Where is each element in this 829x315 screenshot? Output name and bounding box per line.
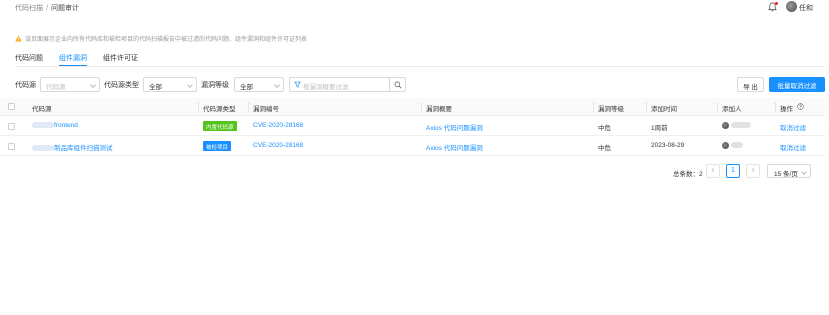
chevron-down-icon: [187, 82, 193, 88]
row-checkbox[interactable]: [8, 143, 15, 150]
col-header-added-time: 添加时间: [651, 106, 677, 113]
level-filter-label: 漏洞等级: [201, 82, 229, 89]
breadcrumb-current: 问题审计: [50, 5, 79, 12]
top-bar: 代码扫描 / 问题审计 任和: [0, 0, 829, 14]
added-time: 1周前: [651, 125, 668, 132]
search-icon: [394, 81, 402, 89]
added-by: [731, 122, 751, 129]
page-size-value: 15 条/页: [774, 171, 798, 178]
redacted-text: [731, 142, 743, 148]
avatar: [722, 122, 729, 129]
tab-code-issues[interactable]: 代码问题: [15, 50, 43, 66]
tab-component-licenses[interactable]: 组件许可证: [103, 50, 138, 66]
notification-badge: [775, 2, 778, 5]
table-row: frontend 内置代码源 CVE-2020-28168 Axios 代码问题…: [0, 117, 825, 136]
notice-text: 该页面展示企业内所有代码库和被检项目的代码扫描报告中被过滤的代码问题、组件漏洞和…: [25, 37, 308, 43]
avatar[interactable]: [786, 1, 797, 12]
source-filter-label: 代码源: [15, 82, 36, 89]
vuln-level: 中危: [598, 125, 611, 132]
cancel-filter-link[interactable]: 取消过滤: [780, 122, 806, 132]
source-type-badge: 内置代码源: [203, 121, 237, 131]
tab-component-vulns[interactable]: 组件漏洞: [59, 50, 87, 66]
source-type-badge: 被检项目: [203, 141, 232, 151]
filter-icon: [294, 81, 301, 88]
source-link[interactable]: 制品库组件扫描测试: [32, 142, 113, 152]
column-divider: [593, 102, 594, 112]
search-button[interactable]: [389, 77, 406, 92]
column-divider: [717, 102, 718, 112]
source-select-placeholder: 代码源: [46, 84, 66, 91]
search-placeholder: 按漏洞概要过滤: [303, 84, 349, 91]
batch-cancel-filter-button[interactable]: 批量取消过滤: [769, 77, 825, 92]
col-header-source-type: 代码源类型: [203, 106, 236, 113]
table-header: 代码源 代码源类型 漏洞编号 漏洞概要 漏洞等级 添加时间 添加人 操作: [0, 98, 825, 116]
export-button[interactable]: 导 出: [737, 77, 764, 92]
level-select[interactable]: 全部: [234, 77, 284, 92]
chevron-left-icon: [711, 167, 715, 173]
summary-link[interactable]: Axios 代码问题漏洞: [426, 142, 483, 152]
breadcrumb: 代码扫描 / 问题审计: [15, 3, 79, 13]
source-select[interactable]: 代码源: [40, 77, 100, 92]
col-header-added-by: 添加人: [722, 106, 742, 113]
level-select-value: 全部: [240, 84, 253, 91]
help-icon[interactable]: [797, 103, 804, 110]
select-all-checkbox[interactable]: [8, 103, 15, 110]
redacted-text: [32, 122, 54, 128]
next-page-button[interactable]: [746, 164, 760, 178]
breadcrumb-parent[interactable]: 代码扫描: [15, 5, 43, 12]
page-button-current[interactable]: 1: [726, 164, 740, 178]
source-name: frontend: [54, 122, 78, 129]
cve-link[interactable]: CVE-2020-28168: [253, 122, 303, 129]
added-time: 2023-08-29: [651, 142, 685, 149]
col-header-cve: 漏洞编号: [253, 106, 279, 113]
breadcrumb-separator: /: [46, 5, 48, 12]
cve-link[interactable]: CVE-2020-28168: [253, 142, 303, 149]
column-divider: [248, 102, 249, 112]
table-row: 制品库组件扫描测试 被检项目 CVE-2020-28168 Axios 代码问题…: [0, 137, 825, 156]
redacted-text: [32, 145, 54, 151]
source-type-filter-label: 代码源类型: [104, 82, 139, 89]
chevron-down-icon: [90, 82, 96, 88]
vuln-level: 中危: [598, 145, 611, 152]
prev-page-button[interactable]: [706, 164, 720, 178]
summary-search-input[interactable]: 按漏洞概要过滤: [289, 77, 390, 92]
source-link[interactable]: frontend: [32, 122, 78, 129]
warning-icon: [15, 35, 22, 42]
user-name[interactable]: 任和: [799, 3, 813, 13]
column-divider: [198, 102, 199, 112]
page-size-select[interactable]: 15 条/页: [767, 164, 811, 178]
source-name: 制品库组件扫描测试: [54, 145, 113, 152]
cancel-filter-link[interactable]: 取消过滤: [780, 142, 806, 152]
tab-divider: [15, 66, 825, 67]
col-header-source: 代码源: [32, 106, 52, 113]
source-type-select-value: 全部: [149, 84, 162, 91]
summary-link[interactable]: Axios 代码问题漏洞: [426, 122, 483, 132]
chevron-down-icon: [801, 169, 807, 175]
redacted-text: [731, 122, 751, 128]
avatar: [722, 142, 729, 149]
source-type-select[interactable]: 全部: [143, 77, 197, 92]
chevron-down-icon: [274, 82, 280, 88]
row-checkbox[interactable]: [8, 123, 15, 130]
chevron-right-icon: [751, 167, 755, 173]
tab-bar: 代码问题 组件漏洞 组件许可证: [15, 50, 154, 66]
column-divider: [421, 102, 422, 112]
col-header-level: 漏洞等级: [598, 106, 624, 113]
col-header-summary: 漏洞概要: [426, 106, 452, 113]
column-divider: [775, 102, 776, 112]
col-header-actions: 操作: [780, 106, 793, 113]
total-count: 总条数：2: [673, 171, 703, 178]
added-by: [731, 142, 743, 149]
column-divider: [646, 102, 647, 112]
notice-banner: 该页面展示企业内所有代码库和被检项目的代码扫描报告中被过滤的代码问题、组件漏洞和…: [15, 34, 307, 43]
